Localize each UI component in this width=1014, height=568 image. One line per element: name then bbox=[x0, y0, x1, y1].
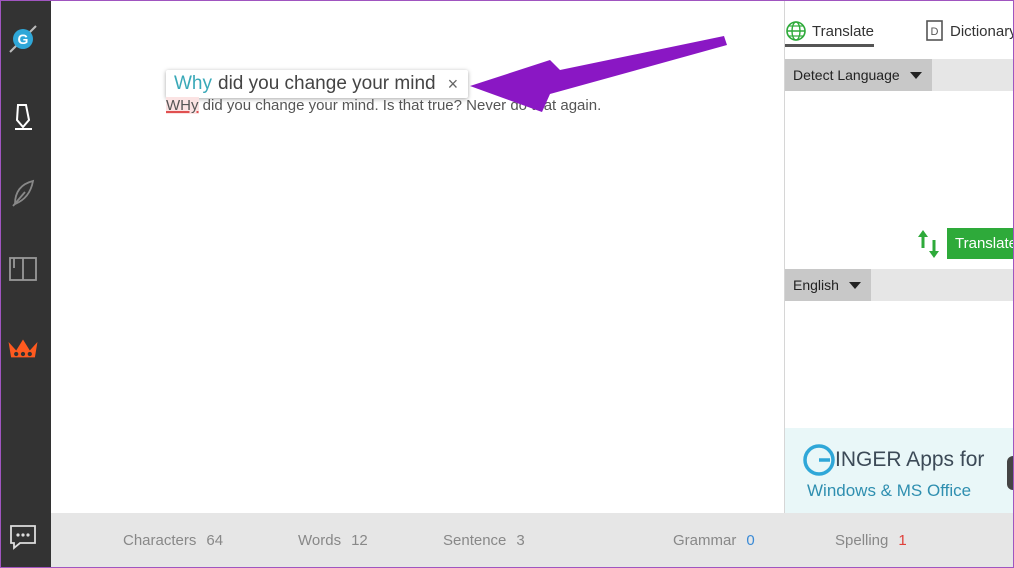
translate-button[interactable]: Translate bbox=[947, 228, 1014, 259]
svg-text:D: D bbox=[931, 26, 939, 38]
ad-side-tab bbox=[1007, 456, 1014, 490]
chat-icon[interactable] bbox=[6, 520, 40, 554]
svg-text:G: G bbox=[18, 31, 29, 47]
target-language-select[interactable]: English bbox=[785, 269, 871, 301]
ad-headline-text: INGER Apps for bbox=[835, 448, 985, 471]
ad-subline: Windows & MS Office bbox=[807, 481, 972, 500]
words-stat: Words 12 bbox=[298, 532, 368, 549]
target-language-bar: English bbox=[785, 269, 1014, 301]
book-icon[interactable] bbox=[6, 252, 40, 286]
grammar-count: 0 bbox=[746, 532, 755, 549]
ginger-apps-ad[interactable]: INGER Apps for Windows & MS Office bbox=[785, 428, 1014, 513]
crown-icon[interactable] bbox=[6, 331, 40, 365]
tab-translate[interactable]: Translate bbox=[785, 18, 874, 47]
pen-icon[interactable] bbox=[6, 100, 40, 134]
sentence-stat: Sentence 3 bbox=[443, 532, 525, 549]
target-language-label: English bbox=[793, 277, 839, 293]
words-count: 12 bbox=[351, 532, 368, 549]
suggestion-text[interactable]: did you change your mind bbox=[218, 73, 436, 95]
dictionary-icon: D bbox=[926, 20, 943, 41]
tab-translate-label: Translate bbox=[812, 22, 874, 40]
suggestion-highlight[interactable]: Why bbox=[174, 73, 212, 95]
source-language-bar: Detect Language bbox=[785, 59, 1014, 91]
sentence-label: Sentence bbox=[443, 532, 507, 549]
ginger-logo-icon[interactable]: G bbox=[6, 22, 40, 56]
grammar-stat[interactable]: Grammar 0 bbox=[673, 532, 755, 549]
status-bar: Characters 64 Words 12 Sentence 3 Grammar 0 … bbox=[51, 513, 1014, 568]
sentence-count: 3 bbox=[516, 532, 525, 549]
spelling-count: 1 bbox=[898, 532, 907, 549]
misspelled-word[interactable]: WHy bbox=[166, 97, 199, 114]
ginger-g-logo-icon bbox=[803, 444, 835, 476]
left-sidebar: G bbox=[0, 0, 51, 568]
characters-stat: Characters 64 bbox=[123, 532, 223, 549]
correction-suggestion[interactable]: Why did you change your mind × bbox=[166, 70, 469, 98]
tab-dictionary-label: Dictionary bbox=[950, 22, 1014, 40]
characters-count: 64 bbox=[206, 532, 224, 549]
swap-languages-icon[interactable] bbox=[916, 228, 942, 260]
source-language-label: Detect Language bbox=[793, 67, 900, 83]
words-label: Words bbox=[298, 532, 342, 549]
globe-icon bbox=[786, 21, 806, 41]
translate-panel: Translate D Dictionary Detect Language T… bbox=[784, 0, 1014, 513]
annotation-arrow-icon bbox=[470, 36, 727, 112]
spelling-stat[interactable]: Spelling 1 bbox=[835, 532, 907, 549]
grammar-label: Grammar bbox=[673, 532, 737, 549]
feather-icon[interactable] bbox=[6, 176, 40, 210]
chevron-down-icon bbox=[909, 71, 922, 79]
characters-label: Characters bbox=[123, 532, 197, 549]
chevron-down-icon bbox=[848, 281, 861, 289]
spelling-label: Spelling bbox=[835, 532, 889, 549]
tab-dictionary[interactable]: D Dictionary bbox=[925, 18, 1014, 44]
source-language-select[interactable]: Detect Language bbox=[785, 59, 932, 91]
ad-headline: INGER Apps for bbox=[803, 444, 984, 476]
